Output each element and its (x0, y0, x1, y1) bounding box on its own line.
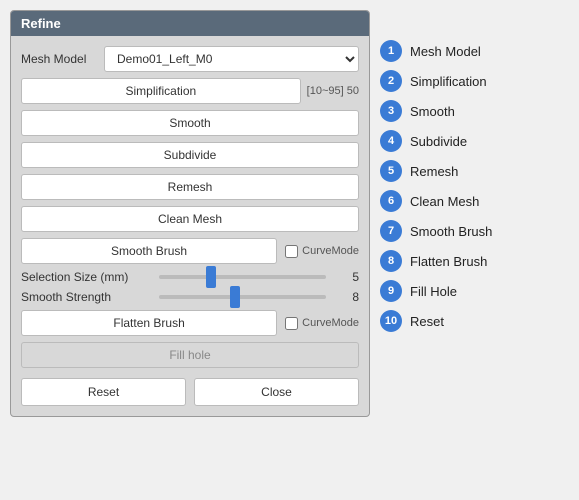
curve-mode-2-checkbox[interactable] (285, 317, 298, 330)
smooth-strength-value: 8 (334, 290, 359, 304)
legend-badge: 9 (380, 280, 402, 302)
legend-item: 3 Smooth (380, 100, 492, 122)
selection-size-value: 5 (334, 270, 359, 284)
subdivide-button[interactable]: Subdivide (21, 142, 359, 168)
simplification-button[interactable]: Simplification (21, 78, 301, 104)
legend-badge: 8 (380, 250, 402, 272)
legend-item: 9 Fill Hole (380, 280, 492, 302)
legend-badge: 3 (380, 100, 402, 122)
smooth-strength-slider[interactable] (159, 295, 326, 299)
legend-label: Simplification (410, 74, 487, 89)
smooth-strength-row: Smooth Strength 8 (21, 290, 359, 304)
legend-badge: 7 (380, 220, 402, 242)
legend-item: 7 Smooth Brush (380, 220, 492, 242)
mesh-model-row: Mesh Model Demo01_Left_M0 (21, 46, 359, 72)
legend-label: Mesh Model (410, 44, 481, 59)
smooth-brush-row: Smooth Brush CurveMode (21, 238, 359, 264)
legend-label: Reset (410, 314, 444, 329)
legend-label: Smooth Brush (410, 224, 492, 239)
legend-item: 1 Mesh Model (380, 40, 492, 62)
legend-item: 2 Simplification (380, 70, 492, 92)
selection-size-row: Selection Size (mm) 5 (21, 270, 359, 284)
smooth-strength-label: Smooth Strength (21, 290, 151, 304)
panel-body: Mesh Model Demo01_Left_M0 Simplification… (11, 36, 369, 416)
legend-badge: 1 (380, 40, 402, 62)
curve-mode-2-label[interactable]: CurveMode (285, 317, 359, 330)
simplification-row: Simplification [10~95] 50 (21, 78, 359, 104)
legend-label: Flatten Brush (410, 254, 487, 269)
legend-label: Remesh (410, 164, 458, 179)
legend-item: 10 Reset (380, 310, 492, 332)
legend-badge: 10 (380, 310, 402, 332)
close-button[interactable]: Close (194, 378, 359, 406)
legend-badge: 5 (380, 160, 402, 182)
bottom-row: Reset Close (21, 378, 359, 406)
remesh-button[interactable]: Remesh (21, 174, 359, 200)
mesh-model-label: Mesh Model (21, 52, 96, 66)
legend-label: Clean Mesh (410, 194, 479, 209)
legend: 1 Mesh Model 2 Simplification 3 Smooth 4… (380, 10, 492, 332)
reset-button[interactable]: Reset (21, 378, 186, 406)
legend-item: 8 Flatten Brush (380, 250, 492, 272)
legend-badge: 2 (380, 70, 402, 92)
clean-mesh-button[interactable]: Clean Mesh (21, 206, 359, 232)
curve-mode-1-checkbox[interactable] (285, 245, 298, 258)
flatten-brush-row: Flatten Brush CurveMode (21, 310, 359, 336)
legend-item: 4 Subdivide (380, 130, 492, 152)
flatten-brush-button[interactable]: Flatten Brush (21, 310, 277, 336)
fill-hole-button[interactable]: Fill hole (21, 342, 359, 368)
selection-size-slider[interactable] (159, 275, 326, 279)
legend-label: Smooth (410, 104, 455, 119)
selection-size-label: Selection Size (mm) (21, 270, 151, 284)
simplification-range: [10~95] 50 (307, 85, 359, 97)
legend-item: 5 Remesh (380, 160, 492, 182)
smooth-button[interactable]: Smooth (21, 110, 359, 136)
legend-badge: 4 (380, 130, 402, 152)
main-layout: Refine Mesh Model Demo01_Left_M0 Simplif… (10, 10, 492, 417)
refine-panel: Refine Mesh Model Demo01_Left_M0 Simplif… (10, 10, 370, 417)
legend-label: Subdivide (410, 134, 467, 149)
legend-label: Fill Hole (410, 284, 457, 299)
mesh-model-select[interactable]: Demo01_Left_M0 (104, 46, 359, 72)
curve-mode-1-label[interactable]: CurveMode (285, 245, 359, 258)
panel-title: Refine (11, 11, 369, 36)
legend-badge: 6 (380, 190, 402, 212)
legend-item: 6 Clean Mesh (380, 190, 492, 212)
smooth-brush-button[interactable]: Smooth Brush (21, 238, 277, 264)
